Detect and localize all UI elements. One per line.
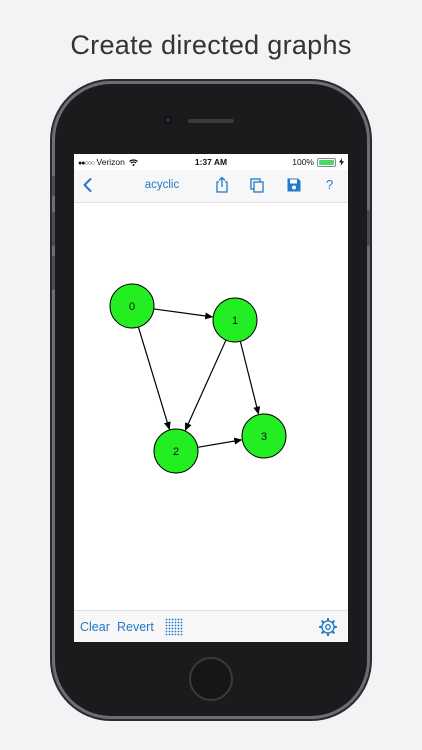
grid-icon[interactable] — [164, 617, 184, 637]
graph-node-2[interactable]: 2 — [153, 428, 199, 474]
edge-1-3[interactable] — [239, 341, 261, 415]
duplicate-icon[interactable] — [248, 176, 266, 194]
graph-node-3[interactable]: 3 — [241, 413, 287, 459]
save-icon[interactable] — [285, 176, 303, 194]
screen: ●●○○○ Verizon 1:37 AM 100% acyclic ? 0 1… — [74, 154, 348, 642]
mute-switch — [52, 176, 55, 196]
power-button — [367, 210, 370, 246]
gear-icon[interactable] — [318, 617, 338, 637]
node-label: 1 — [232, 315, 238, 327]
edge-2-3[interactable] — [197, 437, 243, 448]
graph-svg[interactable]: 0 1 2 3 — [74, 203, 348, 609]
home-button[interactable] — [189, 657, 233, 701]
chevron-left-icon[interactable] — [79, 176, 97, 194]
edge-0-1[interactable] — [153, 308, 214, 320]
node-label: 2 — [173, 446, 179, 458]
node-label: 0 — [129, 301, 135, 313]
graph-node-0[interactable]: 0 — [109, 283, 155, 329]
volume-up-button — [52, 212, 55, 246]
charging-icon — [339, 158, 344, 166]
revert-button[interactable]: Revert — [117, 620, 154, 634]
node-label: 3 — [261, 431, 267, 443]
volume-down-button — [52, 256, 55, 290]
headline: Create directed graphs — [70, 30, 352, 60]
bottom-toolbar: Clear Revert — [74, 610, 348, 642]
clear-button[interactable]: Clear — [80, 620, 110, 634]
battery-percent: 100% — [292, 157, 314, 167]
battery-icon — [317, 157, 336, 167]
navigation-bar: acyclic ? — [74, 170, 348, 203]
graph-node-1[interactable]: 1 — [212, 297, 258, 343]
share-icon[interactable] — [213, 176, 231, 194]
graph-canvas[interactable]: 0 1 2 3 — [74, 203, 348, 609]
front-camera — [164, 116, 172, 124]
edge-0-2[interactable] — [137, 326, 171, 430]
edge-1-2[interactable] — [184, 339, 227, 431]
help-button[interactable]: ? — [326, 177, 333, 192]
earpiece — [188, 119, 234, 123]
status-bar: ●●○○○ Verizon 1:37 AM 100% — [74, 154, 348, 170]
document-title: acyclic — [144, 179, 180, 191]
